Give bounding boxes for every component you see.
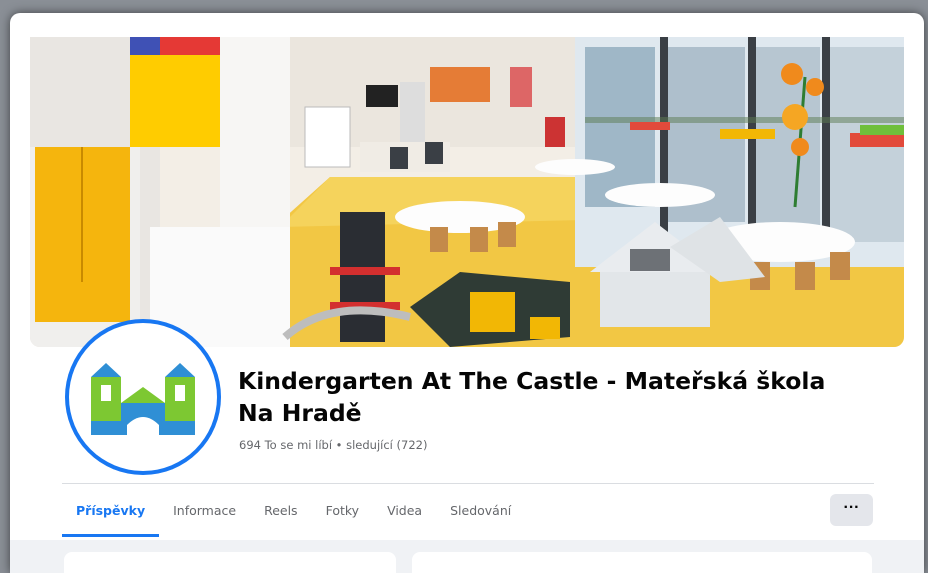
page-title: Kindergarten At The Castle - Mateřská šk… bbox=[238, 367, 826, 427]
page-tabs: Příspěvky Informace Reels Fotky Videa Sl… bbox=[62, 495, 525, 539]
tab-about[interactable]: Informace bbox=[159, 495, 250, 537]
tab-reels[interactable]: Reels bbox=[250, 495, 312, 537]
tab-posts[interactable]: Příspěvky bbox=[62, 495, 160, 537]
page-stats[interactable]: 694 To se mi líbí • sledující (722) bbox=[239, 438, 427, 452]
more-horizontal-icon: ··· bbox=[843, 499, 860, 516]
classroom-cover-image bbox=[30, 37, 904, 347]
profile-picture[interactable] bbox=[65, 319, 221, 475]
composer-card bbox=[412, 552, 872, 573]
header-divider bbox=[62, 483, 874, 484]
tab-photos[interactable]: Fotky bbox=[312, 495, 373, 537]
tab-videos[interactable]: Videa bbox=[373, 495, 436, 537]
cover-photo[interactable] bbox=[30, 37, 904, 347]
castle-logo-icon bbox=[69, 323, 217, 471]
intro-card bbox=[64, 552, 396, 573]
facebook-page-window: Kindergarten At The Castle - Mateřská šk… bbox=[10, 13, 924, 573]
more-options-button[interactable]: ··· bbox=[830, 494, 873, 526]
tab-following[interactable]: Sledování bbox=[436, 495, 525, 537]
